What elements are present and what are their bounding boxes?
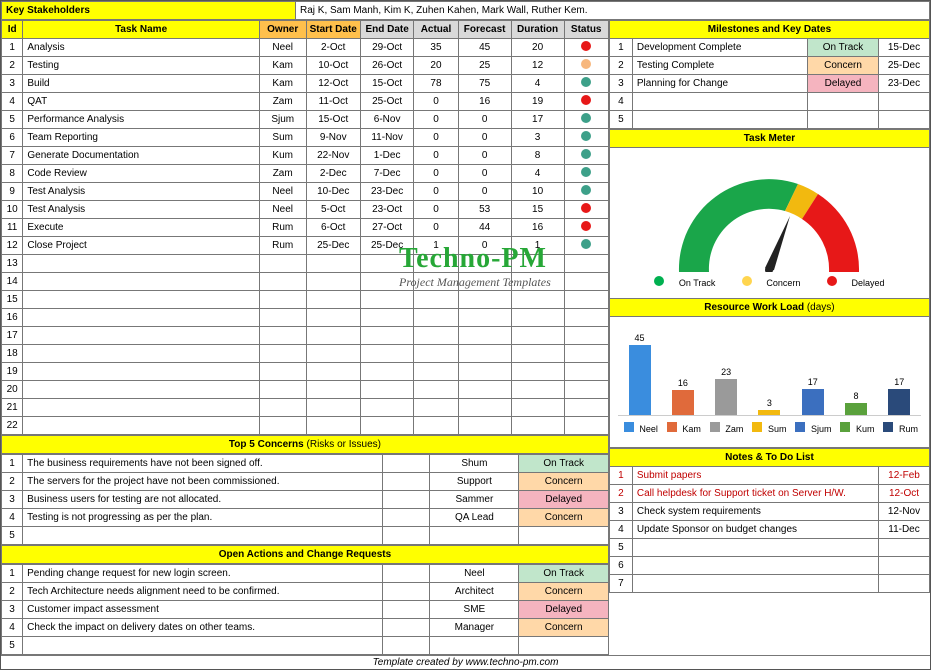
bar: 17: [888, 389, 910, 415]
table-row[interactable]: 2The servers for the project have not be…: [2, 473, 609, 491]
table-row[interactable]: 9Test AnalysisNeel10-Dec23-Dec0010: [2, 183, 609, 201]
table-row[interactable]: 19: [2, 363, 609, 381]
table-row[interactable]: 20: [2, 381, 609, 399]
concerns-title: Top 5 Concerns: [229, 439, 304, 450]
table-row[interactable]: 1AnalysisNeel2-Oct29-Oct354520: [2, 39, 609, 57]
actions-table: 1Pending change request for new login sc…: [1, 564, 609, 655]
milestones-table: Milestones and Key Dates 1Development Co…: [609, 20, 930, 129]
bar-chart: 451623317817 Neel Kam Zam Sum Sjum Kum R…: [618, 335, 921, 435]
status-dot-icon: [581, 41, 591, 51]
table-row[interactable]: 13: [2, 255, 609, 273]
stakeholders-row: Key Stakeholders Raj K, Sam Manh, Kim K,…: [1, 1, 930, 20]
status-dot-icon: [581, 59, 591, 69]
milestones-title: Milestones and Key Dates: [609, 21, 929, 39]
th-id: Id: [2, 21, 23, 39]
stakeholders-value: Raj K, Sam Manh, Kim K, Zuhen Kahen, Mar…: [296, 2, 930, 20]
table-row[interactable]: 2Tech Architecture needs alignment need …: [2, 583, 609, 601]
table-row[interactable]: 1The business requirements have not been…: [2, 455, 609, 473]
table-row[interactable]: 5Performance AnalysisSjum15-Oct6-Nov0017: [2, 111, 609, 129]
table-row[interactable]: 5: [2, 637, 609, 655]
status-dot-icon: [581, 185, 591, 195]
bar: 16: [672, 390, 694, 415]
table-row[interactable]: 22: [2, 417, 609, 435]
status-dot-icon: [581, 131, 591, 141]
table-row[interactable]: 16: [2, 309, 609, 327]
table-row[interactable]: 21: [2, 399, 609, 417]
th-owner: Owner: [259, 21, 306, 39]
resource-title: Resource Work Load: [704, 302, 804, 313]
status-dot-icon: [581, 95, 591, 105]
table-row[interactable]: 10Test AnalysisNeel5-Oct23-Oct05315: [2, 201, 609, 219]
table-row[interactable]: 17: [2, 327, 609, 345]
th-duration: Duration: [511, 21, 564, 39]
concerns-header: Top 5 Concerns (Risks or Issues): [1, 435, 609, 454]
table-row[interactable]: 4Update Sponsor on budget changes11-Dec: [609, 521, 929, 539]
table-row[interactable]: 2Call helpdesk for Support ticket on Ser…: [609, 485, 929, 503]
status-dot-icon: [581, 149, 591, 159]
table-row[interactable]: 5: [609, 539, 929, 557]
table-row[interactable]: 18: [2, 345, 609, 363]
actions-header: Open Actions and Change Requests: [1, 545, 609, 564]
status-dot-icon: [581, 203, 591, 213]
table-row[interactable]: 4Testing is not progressing as per the p…: [2, 509, 609, 527]
stakeholders-label: Key Stakeholders: [2, 2, 296, 20]
table-row[interactable]: 3Check system requirements12-Nov: [609, 503, 929, 521]
table-row[interactable]: 6: [609, 557, 929, 575]
gauge-legend: On Track Concern Delayed: [612, 276, 927, 288]
bar: 23: [715, 379, 737, 415]
table-row[interactable]: 1Pending change request for new login sc…: [2, 565, 609, 583]
table-row[interactable]: 6Team ReportingSum9-Nov11-Nov003: [2, 129, 609, 147]
table-row[interactable]: 7Generate DocumentationKum22-Nov1-Dec008: [2, 147, 609, 165]
table-row[interactable]: 4QATZam11-Oct25-Oct01619: [2, 93, 609, 111]
task-table: Id Task Name Owner Start Date End Date A…: [1, 20, 609, 435]
table-row[interactable]: 14: [2, 273, 609, 291]
status-dot-icon: [581, 167, 591, 177]
table-row[interactable]: 5: [609, 111, 929, 129]
bar: 17: [802, 389, 824, 415]
table-row[interactable]: 4: [609, 93, 929, 111]
concerns-table: 1The business requirements have not been…: [1, 454, 609, 545]
th-name: Task Name: [23, 21, 260, 39]
th-status: Status: [564, 21, 608, 39]
table-row[interactable]: 3Planning for ChangeDelayed23-Dec: [609, 75, 929, 93]
table-row[interactable]: 8Code ReviewZam2-Dec7-Dec004: [2, 165, 609, 183]
table-row[interactable]: 1Development CompleteOn Track15-Dec: [609, 39, 929, 57]
table-row[interactable]: 15: [2, 291, 609, 309]
table-row[interactable]: 3Business users for testing are not allo…: [2, 491, 609, 509]
notes-title: Notes & To Do List: [609, 449, 929, 467]
th-end: End Date: [360, 21, 413, 39]
bar: 45: [629, 345, 651, 415]
status-dot-icon: [581, 77, 591, 87]
gauge-chart: [659, 162, 879, 272]
table-row[interactable]: 2Testing CompleteConcern25-Dec: [609, 57, 929, 75]
table-row[interactable]: 3BuildKam12-Oct15-Oct78754: [2, 75, 609, 93]
status-dot-icon: [581, 239, 591, 249]
th-start: Start Date: [306, 21, 360, 39]
notes-table: Notes & To Do List 1Submit papers12-Feb2…: [609, 448, 930, 593]
bar: 8: [845, 403, 867, 415]
table-row[interactable]: 5: [2, 527, 609, 545]
table-row[interactable]: 11ExecuteRum6-Oct27-Oct04416: [2, 219, 609, 237]
status-dot-icon: [581, 221, 591, 231]
table-row[interactable]: 7: [609, 575, 929, 593]
dashboard-page: Key Stakeholders Raj K, Sam Manh, Kim K,…: [0, 0, 931, 670]
table-row[interactable]: 12Close ProjectRum25-Dec25-Dec101: [2, 237, 609, 255]
footer: Template created by www.techno-pm.com: [1, 655, 930, 669]
status-dot-icon: [581, 113, 591, 123]
table-row[interactable]: 3Customer impact assessmentSMEDelayed: [2, 601, 609, 619]
th-actual: Actual: [414, 21, 458, 39]
task-meter-title: Task Meter: [609, 130, 929, 148]
table-row[interactable]: 2TestingKam10-Oct26-Oct202512: [2, 57, 609, 75]
table-row[interactable]: 1Submit papers12-Feb: [609, 467, 929, 485]
bar: 3: [758, 410, 780, 415]
table-row[interactable]: 4Check the impact on delivery dates on o…: [2, 619, 609, 637]
th-forecast: Forecast: [458, 21, 511, 39]
actions-title: Open Actions and Change Requests: [2, 546, 609, 564]
task-meter: Task Meter On Track Concern Delayed: [609, 129, 930, 298]
resource-table: Resource Work Load (days) 451623317817 N…: [609, 298, 930, 448]
